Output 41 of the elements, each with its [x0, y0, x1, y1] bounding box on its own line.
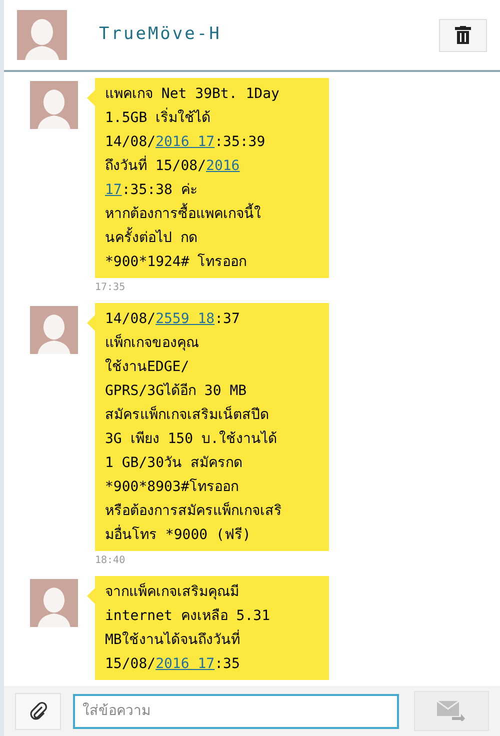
message-time: 17:35	[95, 282, 126, 294]
avatar-icon	[17, 10, 67, 60]
message-text: 3G เพียง 150 บ.ใช้งานได้	[105, 431, 277, 447]
envelope-icon	[437, 701, 466, 721]
message-text: *900*8903#โทรออก	[105, 479, 238, 495]
date-link[interactable]: 17	[105, 182, 122, 198]
message-text: หรือต้องการสมัครแพ็กเกจเสริ	[105, 503, 282, 519]
paperclip-icon	[28, 701, 48, 721]
message-text: ใช้งานEDGE/	[105, 359, 190, 375]
message-text: :35:39	[214, 134, 266, 150]
message-time: 18:40	[95, 555, 126, 567]
message-text: 15/08/	[105, 656, 156, 672]
message-text: GPRS/3Gได้อีก 30 MB	[105, 383, 247, 399]
date-link[interactable]: 2016 17	[156, 656, 215, 672]
message-input[interactable]: ใส่ข้อความ	[72, 694, 399, 728]
message-text: :37	[214, 311, 240, 327]
avatar-icon	[30, 579, 78, 627]
message-text: จากแพ็คเกจเสริมคุณมี	[105, 584, 239, 600]
message-text: 14/08/	[105, 311, 156, 327]
message-text: internet คงเหลือ 5.31	[105, 608, 270, 624]
message-text: :35	[214, 656, 240, 672]
message-text: MBใช้งานได้จนถึงวันที่	[105, 632, 240, 648]
message-text: :35:38 ค่ะ	[122, 182, 198, 198]
contact-name: TrueMöve-H	[99, 23, 222, 46]
date-link[interactable]: 2559 18	[156, 311, 215, 327]
message-text: ถึงวันที่ 15/08/	[105, 158, 206, 174]
attach-button[interactable]	[15, 692, 61, 730]
message-text: สมัครแพ็กเกจเสริมเน็ตสปีด	[105, 407, 269, 423]
avatar-icon	[30, 306, 78, 354]
avatar-icon	[30, 81, 78, 129]
message-text: มอื่นโทร *9000 (ฟรี)	[105, 527, 251, 543]
date-link[interactable]: 2016 17	[156, 134, 215, 150]
trash-icon	[455, 26, 471, 44]
message-text: แพ็กเกจของคุณ	[105, 335, 199, 351]
message-text: 1 GB/30วัน สมัครกด	[105, 455, 242, 471]
message-text: 1.5GB เริ่มใช้ได้	[105, 110, 211, 126]
message-text: *900*1924# โทรออก	[105, 254, 247, 270]
delete-button[interactable]	[439, 18, 487, 52]
message-text: แพคเกจ Net 39Bt. 1Day	[105, 86, 280, 102]
message-text: 14/08/	[105, 134, 156, 150]
date-link[interactable]: 2016	[206, 158, 240, 174]
